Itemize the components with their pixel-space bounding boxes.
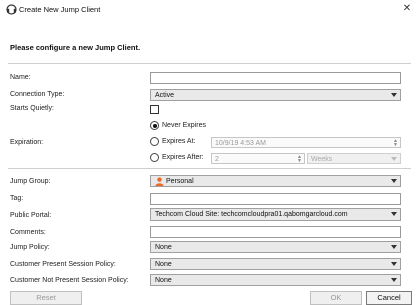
chevron-down-icon xyxy=(391,212,397,216)
chevron-down-icon xyxy=(391,245,397,249)
expires-after-label: Expires After: xyxy=(162,154,204,161)
expires-at-datetime[interactable]: 10/9/19 4:53 AM ▲ ▼ xyxy=(211,137,401,148)
expires-after-unit-select[interactable]: Weeks xyxy=(307,153,401,164)
never-expires-label: Never Expires xyxy=(162,122,206,129)
app-icon xyxy=(6,4,17,15)
expires-after-unit: Weeks xyxy=(311,155,333,163)
comments-label: Comments: xyxy=(10,229,46,236)
public-portal-label: Public Portal: xyxy=(10,212,52,219)
close-icon[interactable]: ✕ xyxy=(401,3,413,15)
name-input[interactable] xyxy=(150,72,401,84)
page-heading: Please configure a new Jump Client. xyxy=(10,43,141,52)
connection-type-label: Connection Type: xyxy=(10,91,65,98)
jump-group-select[interactable]: Personal xyxy=(150,175,401,187)
customer-not-present-value: None xyxy=(155,277,172,284)
tag-input[interactable] xyxy=(150,193,401,205)
public-portal-select[interactable]: Techcom Cloud Site: techcomcloudpra01.qa… xyxy=(150,208,401,221)
chevron-down-icon xyxy=(391,179,397,183)
reset-button[interactable]: Reset xyxy=(10,291,82,305)
divider xyxy=(8,63,411,64)
starts-quietly-checkbox[interactable] xyxy=(150,105,159,114)
divider xyxy=(8,168,411,169)
connection-type-value: Active xyxy=(155,92,175,99)
customer-present-label: Customer Present Session Policy: xyxy=(10,261,116,268)
spinner-icon: ▲ ▼ xyxy=(393,138,398,148)
expires-after-radio[interactable] xyxy=(150,153,159,162)
customer-not-present-select[interactable]: None xyxy=(150,274,401,286)
chevron-down-icon xyxy=(391,278,397,282)
expires-at-label: Expires At: xyxy=(162,138,196,145)
comments-input[interactable] xyxy=(150,226,401,238)
chevron-down-icon xyxy=(391,262,397,266)
expires-after-value: 2 xyxy=(215,155,219,163)
tag-label: Tag: xyxy=(10,195,24,202)
customer-not-present-label: Customer Not Present Session Policy: xyxy=(10,277,129,284)
customer-present-value: None xyxy=(155,261,172,268)
chevron-down-icon xyxy=(391,93,397,97)
title-bar: Create New Jump Client ✕ xyxy=(0,0,419,19)
chevron-down-icon xyxy=(391,157,397,161)
jump-group-value: Personal xyxy=(166,178,194,185)
expires-at-radio[interactable] xyxy=(150,137,159,146)
name-label: Name: xyxy=(10,74,31,81)
jump-group-label: Jump Group: xyxy=(10,178,51,185)
jump-policy-label: Jump Policy: xyxy=(10,244,50,251)
public-portal-value: Techcom Cloud Site: techcomcloudpra01.qa… xyxy=(155,211,348,218)
jump-policy-value: None xyxy=(155,244,172,251)
connection-type-select[interactable]: Active xyxy=(150,89,401,101)
expiration-label: Expiration: xyxy=(10,139,44,146)
starts-quietly-label: Starts Quietly: xyxy=(10,105,54,112)
person-icon xyxy=(155,177,164,186)
ok-button[interactable]: OK xyxy=(310,291,362,305)
jump-policy-select[interactable]: None xyxy=(150,241,401,253)
cancel-button[interactable]: Cancel xyxy=(366,291,412,305)
expires-at-value: 10/9/19 4:53 AM xyxy=(215,139,266,147)
spinner-icon: ▲ ▼ xyxy=(297,154,302,164)
expires-after-stepper[interactable]: 2 ▲ ▼ xyxy=(211,153,305,164)
window-title: Create New Jump Client xyxy=(19,5,101,14)
customer-present-select[interactable]: None xyxy=(150,258,401,270)
never-expires-radio[interactable] xyxy=(150,121,159,130)
